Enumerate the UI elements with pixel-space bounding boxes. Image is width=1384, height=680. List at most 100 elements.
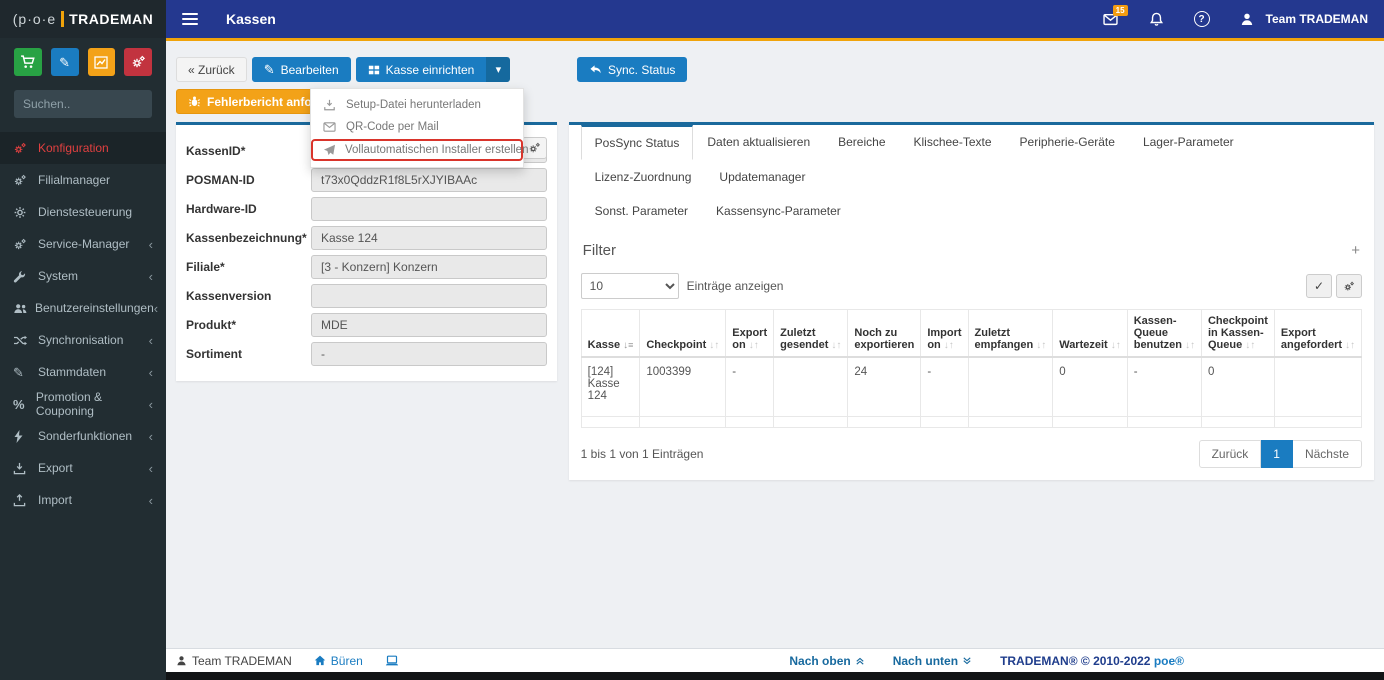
sort-icon xyxy=(1036,340,1046,351)
hamburger-menu-icon[interactable] xyxy=(182,13,198,25)
menu-item-label: QR-Code per Mail xyxy=(346,121,439,133)
tab-klischee-texte[interactable]: Klischee-Texte xyxy=(900,125,1006,160)
entries-select[interactable]: 10 xyxy=(580,273,679,299)
sidebar-item-sonderfunktionen[interactable]: Sonderfunktionen ‹ xyxy=(0,420,166,452)
pagination-next-button[interactable]: Nächste xyxy=(1292,440,1362,468)
copyright: TRADEMAN® © 2010-2022 poe® xyxy=(1000,653,1184,668)
sidebar-item-import[interactable]: Import ‹ xyxy=(0,484,166,516)
footer-location-link[interactable]: Büren xyxy=(314,654,363,668)
envelope-icon xyxy=(323,121,337,133)
tab-updatemanager[interactable]: Updatemanager xyxy=(705,160,819,194)
scroll-top-link[interactable]: Nach oben xyxy=(789,654,864,668)
column-header-zuletzt-empfangen[interactable]: Zuletzt empfangen xyxy=(967,309,1054,358)
sidebar-nav: Konfiguration Filialmanager Dienstesteue… xyxy=(0,132,166,516)
settings-button-quick[interactable] xyxy=(124,48,152,76)
column-header-export-angefordert[interactable]: Export angefordert xyxy=(1273,309,1363,358)
tab-label: Bereiche xyxy=(838,135,886,149)
tab-daten-aktualisieren[interactable]: Daten aktualisieren xyxy=(693,125,824,160)
sidebar-item-label: Import xyxy=(38,493,73,507)
table-settings-button[interactable] xyxy=(1336,274,1362,298)
chevron-double-up-icon xyxy=(855,656,865,666)
tab-possync-status[interactable]: PosSync Status xyxy=(580,125,694,160)
column-header-noch-zu-exportieren[interactable]: Noch zu exportieren xyxy=(847,309,922,358)
cogs-icon xyxy=(13,174,31,187)
current-user-label[interactable]: Team TRADEMAN xyxy=(1266,12,1368,26)
sidebar-item-dienstesteuerung[interactable]: Dienstesteuerung xyxy=(0,196,166,228)
sidebar-item-filialmanager[interactable]: Filialmanager xyxy=(0,164,166,196)
pagination-prev-button[interactable]: Zurück xyxy=(1198,440,1262,468)
column-header-zuletzt-gesendet[interactable]: Zuletzt gesendet xyxy=(773,309,849,358)
gear-icon xyxy=(13,206,31,219)
setup-register-label: Kasse einrichten xyxy=(385,62,475,77)
filter-expand-button[interactable]: + xyxy=(1351,242,1360,259)
edit-button-quick[interactable]: ✎ xyxy=(50,48,79,76)
column-header-wartezeit[interactable]: Wartezeit xyxy=(1052,309,1128,358)
column-header-kasse[interactable]: Kasse xyxy=(580,309,641,358)
pagination-page-1[interactable]: 1 xyxy=(1261,440,1293,468)
help-button[interactable] xyxy=(1193,11,1210,27)
sidebar-item-promotion-couponing[interactable]: % Promotion & Couponing ‹ xyxy=(0,388,166,420)
column-header-kassen-queue-benutzen[interactable]: Kassen-Queue benutzen xyxy=(1126,309,1202,358)
menu-item-qr-mail[interactable]: QR-Code per Mail xyxy=(311,116,523,138)
tab-lager-parameter[interactable]: Lager-Parameter xyxy=(1129,125,1248,160)
sync-status-button[interactable]: Sync. Status xyxy=(577,57,688,82)
scroll-bottom-link[interactable]: Nach unten xyxy=(893,654,972,668)
search-input[interactable] xyxy=(23,97,178,111)
column-header-import-on[interactable]: Import on xyxy=(920,309,969,358)
form-row: POSMAN-ID t73x0QddzR1f8L5rXJYIBAAc xyxy=(186,168,547,192)
status-panel: PosSync Status Daten aktualisieren Berei… xyxy=(568,122,1374,480)
column-header-checkpoint-in-kassen-queue[interactable]: Checkpoint in Kassen-Queue xyxy=(1200,309,1275,358)
back-button[interactable]: « Zurück xyxy=(176,57,247,82)
sidebar-search[interactable] xyxy=(14,90,191,118)
stats-button[interactable] xyxy=(87,48,116,76)
table-footer: 1 bis 1 von 1 Einträgen Zurück 1 Nächste xyxy=(581,440,1362,468)
tab-kassensync-parameter[interactable]: Kassensync-Parameter xyxy=(702,194,855,228)
sidebar-item-label: Stammdaten xyxy=(38,365,107,379)
menu-item-auto-installer[interactable]: Vollautomatischen Installer erstellen xyxy=(311,139,528,161)
menu-item-label: Vollautomatischen Installer erstellen xyxy=(345,144,529,156)
table-row-empty xyxy=(580,416,1363,428)
footer: Team TRADEMAN Büren Nach oben Nach unten… xyxy=(166,648,1384,672)
apply-button[interactable] xyxy=(1306,274,1332,298)
tab-peripherie-geraete[interactable]: Peripherie-Geräte xyxy=(1006,125,1129,160)
table-info: 1 bis 1 von 1 Einträgen xyxy=(580,447,704,461)
cell-zuletzt-empfangen xyxy=(967,356,1054,417)
setup-dropdown-menu: Setup-Datei herunterladen QR-Code per Ma… xyxy=(310,88,528,168)
chart-line-icon xyxy=(94,55,109,69)
sidebar-item-export[interactable]: Export ‹ xyxy=(0,452,166,484)
menu-item-setup-file[interactable]: Setup-Datei herunterladen xyxy=(311,94,523,116)
chevron-left-icon: ‹ xyxy=(148,332,153,348)
sidebar-item-label: Konfiguration xyxy=(38,141,109,155)
user-menu-button[interactable] xyxy=(1240,12,1254,26)
sidebar-item-konfiguration[interactable]: Konfiguration xyxy=(0,132,166,164)
sidebar-item-stammdaten[interactable]: ✎ Stammdaten ‹ xyxy=(0,356,166,388)
sidebar-item-label: Export xyxy=(38,461,73,475)
edit-button-label: Bearbeiten xyxy=(280,62,339,77)
tab-lizenz-zuordnung[interactable]: Lizenz-Zuordnung xyxy=(581,160,706,194)
column-header-export-on[interactable]: Export on xyxy=(725,309,775,358)
sidebar-item-synchronisation[interactable]: Synchronisation ‹ xyxy=(0,324,166,356)
table-row[interactable]: [124] Kasse 124 1003399 - 24 - 0 - 0 xyxy=(580,356,1363,417)
notifications-button[interactable] xyxy=(1149,12,1164,27)
cart-button[interactable] xyxy=(14,48,42,76)
messages-button[interactable]: 15 xyxy=(1102,5,1128,26)
edit-button[interactable]: ✎ Bearbeiten xyxy=(251,57,351,82)
sync-status-label: Sync. Status xyxy=(608,62,676,77)
cogs-icon xyxy=(131,55,146,69)
column-header-checkpoint[interactable]: Checkpoint xyxy=(639,309,727,358)
setup-register-button[interactable]: Kasse einrichten xyxy=(355,57,487,82)
app-logo[interactable]: (p·o·e TRADEMAN xyxy=(0,0,166,38)
footer-terminal-button[interactable] xyxy=(385,655,399,667)
cell-checkpoint: 1003399 xyxy=(639,356,727,417)
toolbar: « Zurück ✎ Bearbeiten Kasse einrichten Sy… xyxy=(176,57,1374,82)
sidebar-item-service-manager[interactable]: Service-Manager ‹ xyxy=(0,228,166,260)
cell-kassen-queue-benutzen: - xyxy=(1126,356,1202,417)
tab-bereiche[interactable]: Bereiche xyxy=(824,125,899,160)
sidebar-item-system[interactable]: System ‹ xyxy=(0,260,166,292)
tab-sonst-parameter[interactable]: Sonst. Parameter xyxy=(581,194,702,228)
field-label: Sortiment xyxy=(186,347,243,361)
setup-dropdown-toggle[interactable] xyxy=(486,57,511,82)
footer-user-label: Team TRADEMAN xyxy=(192,653,292,668)
home-icon xyxy=(314,655,326,666)
sidebar-item-benutzereinstellungen[interactable]: Benutzereinstellungen ‹ xyxy=(0,292,166,324)
